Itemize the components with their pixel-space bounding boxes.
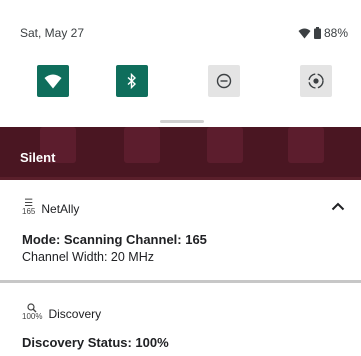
wifi-channel-icon: ☰ 165 — [22, 198, 36, 216]
app-name: NetAlly — [41, 202, 80, 216]
battery-percent: 88% — [323, 26, 348, 40]
wifi-icon — [44, 74, 62, 88]
status-date: Sat, May 27 — [20, 26, 85, 40]
do-not-disturb-icon — [216, 73, 232, 89]
status-icons: 88% — [298, 26, 348, 40]
notification-title: Discovery Status: 100% — [22, 335, 169, 350]
silent-section-label: Silent — [20, 150, 56, 165]
notification-text: Channel Width: 20 MHz — [22, 250, 155, 264]
wifi-tile[interactable] — [37, 65, 69, 97]
bluetooth-tile[interactable] — [116, 65, 148, 97]
app-name: Discovery — [48, 307, 102, 321]
auto-rotate-tile[interactable] — [300, 65, 332, 97]
battery-icon — [313, 27, 321, 39]
quick-settings-panel: Sat, May 27 88% — [0, 0, 361, 127]
wifi-signal-icon — [298, 28, 311, 38]
background-app-icon — [288, 127, 324, 163]
drag-handle[interactable] — [160, 120, 204, 123]
bluetooth-icon — [127, 73, 137, 89]
background-app-icon — [124, 127, 160, 163]
notification-header: 100% Discovery — [22, 303, 101, 321]
do-not-disturb-tile[interactable] — [208, 65, 240, 97]
background-app-icon — [207, 127, 243, 163]
discovery-notification[interactable]: 100% Discovery Discovery Status: 100% — [0, 283, 361, 356]
notification-title: Mode: Scanning Channel: 165 — [22, 232, 207, 247]
notification-header: ☰ 165 NetAlly — [22, 198, 80, 217]
netally-notification[interactable]: ☰ 165 NetAlly Mode: Scanning Channel: 165… — [0, 180, 361, 280]
magnifier-percent-icon: 100% — [22, 303, 42, 321]
collapse-chevron-icon[interactable] — [331, 202, 345, 211]
auto-rotate-icon — [308, 73, 324, 89]
